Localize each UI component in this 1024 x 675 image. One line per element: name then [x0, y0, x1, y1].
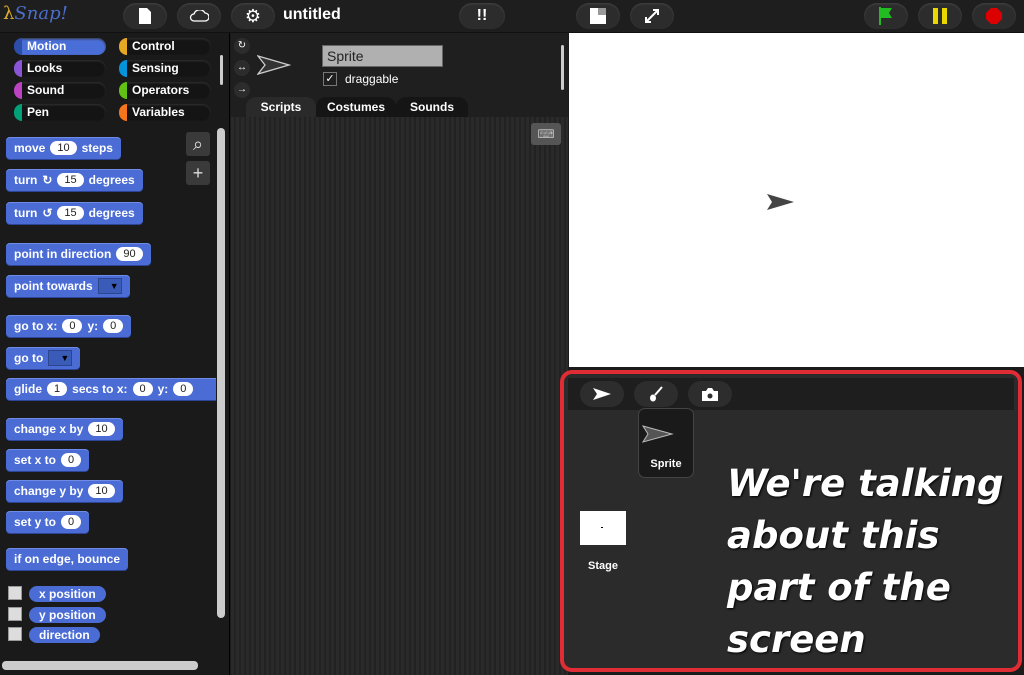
block-turn-clockwise[interactable]: turn ↻ 15 degrees	[6, 169, 143, 191]
pause-icon	[933, 8, 947, 24]
tab-scripts[interactable]: Scripts	[246, 97, 316, 117]
category-scrollbar[interactable]	[220, 55, 223, 85]
block-change-x[interactable]: change x by 10	[6, 418, 123, 440]
stage-thumbnail[interactable]	[580, 511, 626, 545]
block-move-steps[interactable]: move 10 steps	[6, 137, 121, 159]
sprite-name-input[interactable]: Sprite	[322, 45, 443, 67]
scripts-area[interactable]: ⌨	[231, 117, 568, 675]
palette-vertical-scrollbar[interactable]	[217, 128, 225, 618]
file-menu-button[interactable]	[123, 3, 167, 29]
sprite-arrow-icon	[642, 425, 674, 443]
visible-stepping-button[interactable]: !!	[459, 3, 505, 29]
plus-icon: +	[192, 162, 204, 183]
category-sound[interactable]: Sound	[14, 82, 106, 99]
left-right-arrow-icon: ↔	[237, 62, 247, 73]
rotate-icon: ↻	[237, 40, 247, 51]
keyboard-icon: ⌨	[537, 127, 555, 141]
block-point-in-direction[interactable]: point in direction 90	[6, 243, 151, 265]
checkbox-direction[interactable]	[8, 627, 22, 641]
reporter-y-position[interactable]: y position	[29, 607, 106, 623]
block-go-to-xy[interactable]: go to x: 0 y: 0	[6, 315, 132, 337]
right-arrow-icon: →	[237, 84, 247, 95]
make-block-button[interactable]: +	[186, 161, 210, 185]
project-title: untitled	[283, 6, 341, 23]
add-turtle-sprite-button[interactable]	[580, 381, 624, 407]
search-blocks-button[interactable]: ⌕	[186, 132, 210, 156]
block-go-to[interactable]: go to ▼	[6, 347, 81, 369]
category-motion[interactable]: Motion	[14, 38, 106, 55]
block-palette: Motion Control Looks Sensing Sound Opera…	[0, 33, 230, 675]
stage-size-button[interactable]	[576, 3, 620, 29]
block-set-y[interactable]: set y to 0	[6, 511, 90, 533]
checkbox-y-position[interactable]	[8, 607, 22, 621]
top-bar: λSnap! ⚙ untitled !!	[0, 0, 1024, 33]
green-flag-button[interactable]	[864, 3, 908, 29]
sprite-thumbnail-label: Sprite	[650, 458, 682, 470]
sprite-thumbnail[interactable]: Sprite	[639, 409, 693, 477]
block-change-y[interactable]: change y by 10	[6, 480, 123, 502]
stage[interactable]	[569, 33, 1024, 367]
reporter-x-position[interactable]: x position	[29, 586, 106, 602]
stage-thumbnail-label: Stage	[588, 560, 618, 572]
category-pen[interactable]: Pen	[14, 104, 106, 121]
footprints-icon: !!	[476, 7, 488, 24]
tab-costumes[interactable]: Costumes	[316, 97, 396, 117]
category-looks[interactable]: Looks	[14, 60, 106, 77]
block-glide[interactable]: glide 1 secs to x: 0 y: 0	[6, 378, 216, 400]
dropdown-arrow-icon[interactable]: ▼	[48, 350, 73, 366]
sprite-arrow-icon	[257, 55, 291, 75]
draggable-checkbox[interactable]: ✓	[323, 72, 337, 86]
snap-logo[interactable]: λSnap!	[3, 3, 68, 29]
rotate-ccw-icon: ↺	[42, 206, 53, 220]
block-turn-counterclockwise[interactable]: turn ↺ 15 degrees	[6, 202, 143, 224]
rotation-style-rotate-button[interactable]: ↻	[234, 38, 250, 54]
rotation-style-none-button[interactable]: →	[234, 82, 250, 98]
search-icon: ⌕	[192, 133, 204, 154]
block-if-on-edge-bounce[interactable]: if on edge, bounce	[6, 548, 129, 570]
paintbrush-icon	[650, 386, 663, 402]
cloud-button[interactable]	[177, 3, 221, 29]
turtle-arrow-icon	[593, 388, 611, 400]
fullscreen-button[interactable]	[630, 3, 674, 29]
keyboard-entry-button[interactable]: ⌨	[531, 123, 561, 145]
category-sensing[interactable]: Sensing	[119, 60, 211, 77]
info-scrollbar[interactable]	[561, 45, 564, 90]
green-flag-icon	[879, 7, 892, 25]
reporter-direction[interactable]: direction	[29, 627, 100, 643]
corral-toolbar	[568, 378, 1014, 410]
stop-icon	[986, 8, 1002, 24]
rotation-style-flip-button[interactable]: ↔	[234, 60, 250, 76]
checkbox-x-position[interactable]	[8, 586, 22, 600]
palette-horizontal-scrollbar[interactable]	[2, 661, 198, 670]
paint-new-sprite-button[interactable]	[634, 381, 678, 407]
cloud-icon	[189, 10, 209, 22]
category-operators[interactable]: Operators	[119, 82, 211, 99]
annotation-text: We're talking about this part of the scr…	[727, 462, 1004, 661]
stage-size-icon	[590, 8, 606, 24]
camera-icon	[702, 387, 718, 401]
file-icon	[139, 8, 151, 24]
rotate-cw-icon: ↻	[42, 173, 53, 187]
sprite-on-stage[interactable]	[766, 193, 796, 211]
category-control[interactable]: Control	[119, 38, 211, 55]
draggable-label: draggable	[345, 72, 399, 86]
block-point-towards[interactable]: point towards ▼	[6, 275, 130, 297]
settings-button[interactable]: ⚙	[231, 3, 275, 29]
stop-button[interactable]	[972, 3, 1016, 29]
tab-sounds[interactable]: Sounds	[396, 97, 468, 117]
category-variables[interactable]: Variables	[119, 104, 211, 121]
camera-sprite-button[interactable]	[688, 381, 732, 407]
dropdown-arrow-icon[interactable]: ▼	[97, 278, 122, 294]
pause-button[interactable]	[918, 3, 962, 29]
stage-thumbnail-sprite-dot	[601, 527, 603, 528]
settings-gear-icon: ⚙	[244, 5, 262, 26]
block-set-x[interactable]: set x to 0	[6, 449, 90, 471]
fullscreen-icon	[645, 9, 659, 23]
